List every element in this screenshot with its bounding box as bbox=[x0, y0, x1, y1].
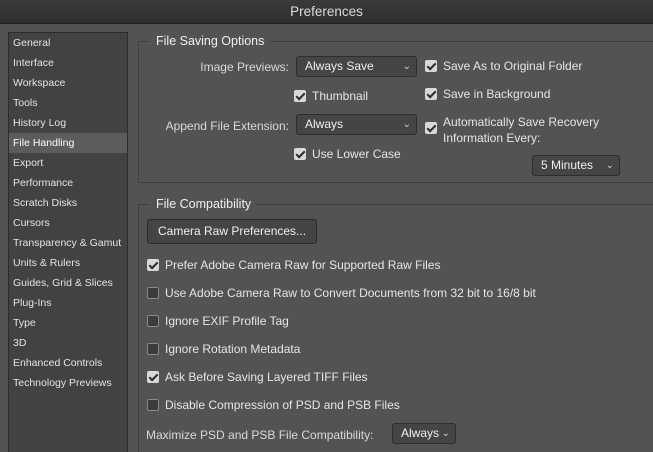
sidebar-item-plug-ins[interactable]: Plug-Ins bbox=[9, 293, 127, 313]
preferences-sidebar: General Interface Workspace Tools Histor… bbox=[8, 32, 128, 452]
sidebar-item-enhanced-controls[interactable]: Enhanced Controls bbox=[9, 353, 127, 373]
window-title: Preferences bbox=[0, 0, 653, 24]
camera-raw-preferences-button[interactable]: Camera Raw Preferences... bbox=[147, 219, 318, 244]
unchecked-box-icon bbox=[147, 287, 159, 299]
chevron-down-icon: ⌄ bbox=[441, 428, 450, 439]
save-as-original-check-icon bbox=[425, 60, 437, 72]
sidebar-item-scratch-disks[interactable]: Scratch Disks bbox=[9, 193, 127, 213]
lower-case-check-icon bbox=[294, 148, 306, 160]
image-previews-value: Always Save bbox=[305, 59, 374, 73]
save-as-original-label: Save As to Original Folder bbox=[443, 59, 583, 73]
option-label: Ignore Rotation Metadata bbox=[165, 342, 301, 356]
file-compatibility-title: File Compatibility bbox=[150, 197, 258, 211]
auto-recovery-check-icon bbox=[425, 122, 437, 134]
unchecked-box-icon bbox=[147, 315, 159, 327]
thumbnail-check-icon bbox=[294, 90, 306, 102]
camera-raw-convert-32bit-checkbox[interactable]: Use Adobe Camera Raw to Convert Document… bbox=[147, 286, 536, 300]
maximize-compatibility-value: Always bbox=[401, 426, 440, 440]
append-extension-label: Append File Extension: bbox=[165, 119, 289, 133]
disable-psd-compression-checkbox[interactable]: Disable Compression of PSD and PSB Files bbox=[147, 398, 400, 412]
ignore-rotation-metadata-checkbox[interactable]: Ignore Rotation Metadata bbox=[147, 342, 300, 356]
maximize-compatibility-label: Maximize PSD and PSB File Compatibility: bbox=[146, 428, 374, 442]
maximize-compatibility-dropdown[interactable]: Always ⌄ bbox=[392, 423, 456, 444]
save-in-background-label: Save in Background bbox=[443, 87, 551, 101]
use-lower-case-checkbox[interactable]: Use Lower Case bbox=[294, 147, 401, 161]
append-extension-dropdown[interactable]: Always ⌄ bbox=[296, 114, 417, 135]
save-background-check-icon bbox=[425, 88, 437, 100]
sidebar-item-file-handling[interactable]: File Handling bbox=[9, 133, 127, 153]
chevron-down-icon: ⌄ bbox=[605, 160, 614, 171]
sidebar-item-tools[interactable]: Tools bbox=[9, 93, 127, 113]
file-saving-options-title: File Saving Options bbox=[150, 34, 271, 48]
save-as-original-folder-checkbox[interactable]: Save As to Original Folder bbox=[425, 59, 582, 73]
save-in-background-checkbox[interactable]: Save in Background bbox=[425, 87, 550, 101]
check-icon bbox=[147, 371, 159, 383]
option-label: Disable Compression of PSD and PSB Files bbox=[165, 398, 400, 412]
ignore-exif-profile-checkbox[interactable]: Ignore EXIF Profile Tag bbox=[147, 314, 289, 328]
sidebar-item-export[interactable]: Export bbox=[9, 153, 127, 173]
auto-save-recovery-label-line2: Information Every: bbox=[443, 131, 541, 145]
auto-save-recovery-checkbox[interactable] bbox=[425, 122, 443, 134]
check-icon bbox=[147, 259, 159, 271]
image-previews-dropdown[interactable]: Always Save ⌄ bbox=[296, 56, 417, 77]
sidebar-item-cursors[interactable]: Cursors bbox=[9, 213, 127, 233]
recovery-interval-value: 5 Minutes bbox=[541, 158, 594, 172]
sidebar-item-type[interactable]: Type bbox=[9, 313, 127, 333]
unchecked-box-icon bbox=[147, 399, 159, 411]
option-label: Ignore EXIF Profile Tag bbox=[165, 314, 289, 328]
thumbnail-checkbox[interactable]: Thumbnail bbox=[294, 89, 368, 103]
thumbnail-label: Thumbnail bbox=[312, 89, 369, 103]
auto-save-recovery-label-line1: Automatically Save Recovery bbox=[443, 115, 600, 129]
sidebar-item-guides-grid-slices[interactable]: Guides, Grid & Slices bbox=[9, 273, 127, 293]
chevron-down-icon: ⌄ bbox=[402, 61, 411, 72]
ask-before-saving-tiff-checkbox[interactable]: Ask Before Saving Layered TIFF Files bbox=[147, 370, 368, 384]
image-previews-label: Image Previews: bbox=[200, 60, 289, 74]
recovery-interval-dropdown[interactable]: 5 Minutes ⌄ bbox=[532, 155, 620, 176]
sidebar-item-units-rulers[interactable]: Units & Rulers bbox=[9, 253, 127, 273]
sidebar-item-3d[interactable]: 3D bbox=[9, 333, 127, 353]
unchecked-box-icon bbox=[147, 343, 159, 355]
option-label: Ask Before Saving Layered TIFF Files bbox=[165, 370, 368, 384]
sidebar-item-history-log[interactable]: History Log bbox=[9, 113, 127, 133]
prefer-camera-raw-checkbox[interactable]: Prefer Adobe Camera Raw for Supported Ra… bbox=[147, 258, 440, 272]
option-label: Use Adobe Camera Raw to Convert Document… bbox=[165, 286, 536, 300]
option-label: Prefer Adobe Camera Raw for Supported Ra… bbox=[165, 258, 441, 272]
chevron-down-icon: ⌄ bbox=[402, 119, 411, 130]
append-extension-value: Always bbox=[305, 117, 344, 131]
sidebar-item-general[interactable]: General bbox=[9, 33, 127, 53]
sidebar-item-technology-previews[interactable]: Technology Previews bbox=[9, 373, 127, 393]
sidebar-item-interface[interactable]: Interface bbox=[9, 53, 127, 73]
use-lower-case-label: Use Lower Case bbox=[312, 147, 401, 161]
sidebar-item-transparency-gamut[interactable]: Transparency & Gamut bbox=[9, 233, 127, 253]
sidebar-item-performance[interactable]: Performance bbox=[9, 173, 127, 193]
sidebar-item-workspace[interactable]: Workspace bbox=[9, 73, 127, 93]
